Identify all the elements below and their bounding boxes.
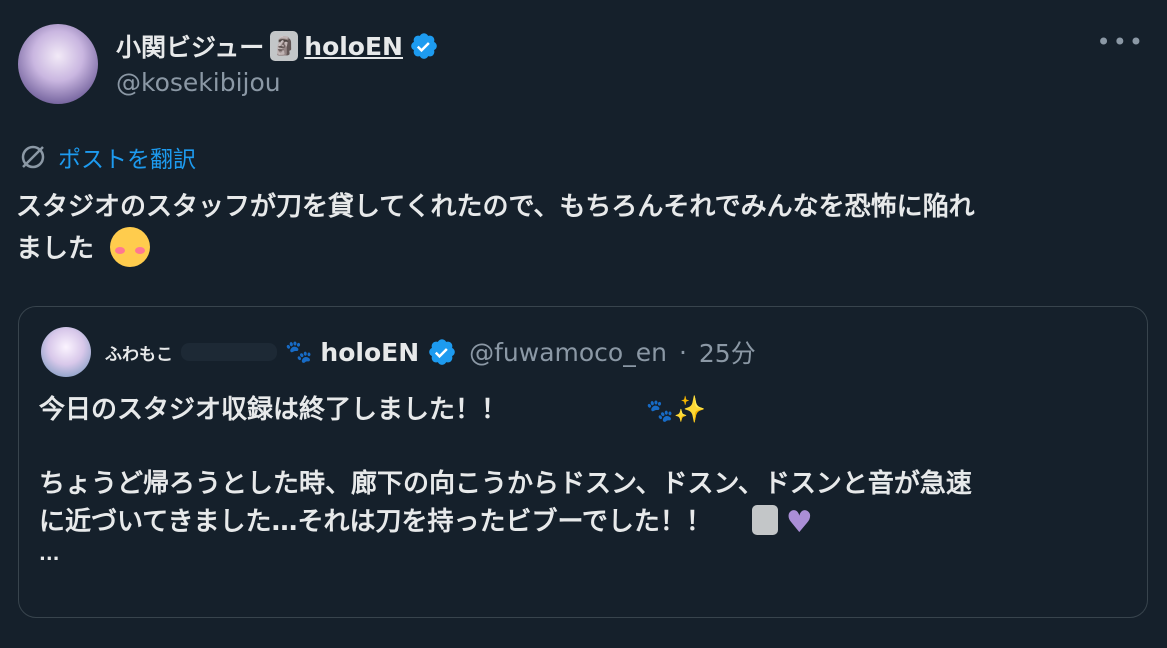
post-text: スタジオのスタッフが刀を貸してくれたので、もちろんそれでみんなを恐怖に陥れ まし… (16, 186, 1106, 270)
moai-icon: 🗿 (270, 31, 299, 61)
quoted-post-text: 今日のスタジオ収録は終了しました！！ 🐾✨ ちょうど帰ろうとした時、廊下の向こう… (39, 391, 1119, 568)
smiling-face-icon (110, 226, 151, 267)
verified-badge-icon (429, 339, 455, 365)
sparkles-icon: ✨ (673, 395, 706, 425)
quoted-post-time: 25分 (698, 339, 756, 368)
quoted-text-line-1: 今日のスタジオ収録は終了しました！！ (39, 395, 508, 425)
moai-icon (751, 504, 778, 535)
separator-dot: · (678, 337, 687, 367)
quoted-line-3-row: に近づいてきました…それは刀を持ったビブーでした！！ ♥ (39, 503, 1119, 542)
purple-heart-icon: ♥ (785, 504, 813, 540)
translate-icon (21, 145, 45, 169)
post-text-line-2: ました (16, 234, 95, 264)
post: 小関ビジュー 🗿 holoEN @kosekibijou ••• ポストを翻訳 … (0, 0, 1167, 648)
quoted-author-name: ふわもこ (105, 344, 173, 365)
paw-print-icon: 🐾 (646, 399, 674, 424)
author-avatar[interactable] (18, 24, 98, 104)
blurred-name-segment (181, 343, 277, 361)
quoted-text-line-2: ちょうど帰ろうとした時、廊下の向こうからドスン、ドスン、ドスンと音が急速 (39, 469, 972, 499)
verified-badge-icon (411, 33, 437, 59)
paw-print-icon: 🐾 (285, 339, 313, 365)
affiliation-link[interactable]: holoEN (304, 32, 403, 61)
author-name-row: 小関ビジュー 🗿 holoEN (116, 28, 439, 64)
post-text-line-1: スタジオのスタッフが刀を貸してくれたので、もちろんそれでみんなを恐怖に陥れ (16, 192, 975, 222)
quoted-line-1-row: 今日のスタジオ収録は終了しました！！ 🐾✨ (39, 391, 1119, 431)
quoted-author-handle: @fuwamoco_en (469, 337, 667, 367)
quoted-post[interactable]: ふわもこ 🐾 holoEN @fuwamoco_en · 25分 今日のスタジオ… (18, 306, 1148, 618)
translate-post-link[interactable]: ポストを翻訳 (18, 140, 196, 174)
quoted-text-line-3: に近づいてきました…それは刀を持ったビブーでした！！ (39, 507, 712, 537)
author-handle[interactable]: @kosekibijou (116, 68, 281, 97)
quoted-post-header: ふわもこ 🐾 holoEN @fuwamoco_en · 25分 (41, 327, 756, 377)
translate-label[interactable]: ポストを翻訳 (58, 140, 196, 174)
post-text-line-2-row: ました (16, 226, 1106, 270)
more-options-button[interactable]: ••• (1097, 30, 1145, 54)
author-display-name[interactable]: 小関ビジュー (116, 28, 264, 64)
quoted-affiliation: holoEN (320, 337, 420, 367)
quoted-author-avatar (41, 327, 91, 377)
truncation-ellipsis: ... (39, 543, 60, 565)
